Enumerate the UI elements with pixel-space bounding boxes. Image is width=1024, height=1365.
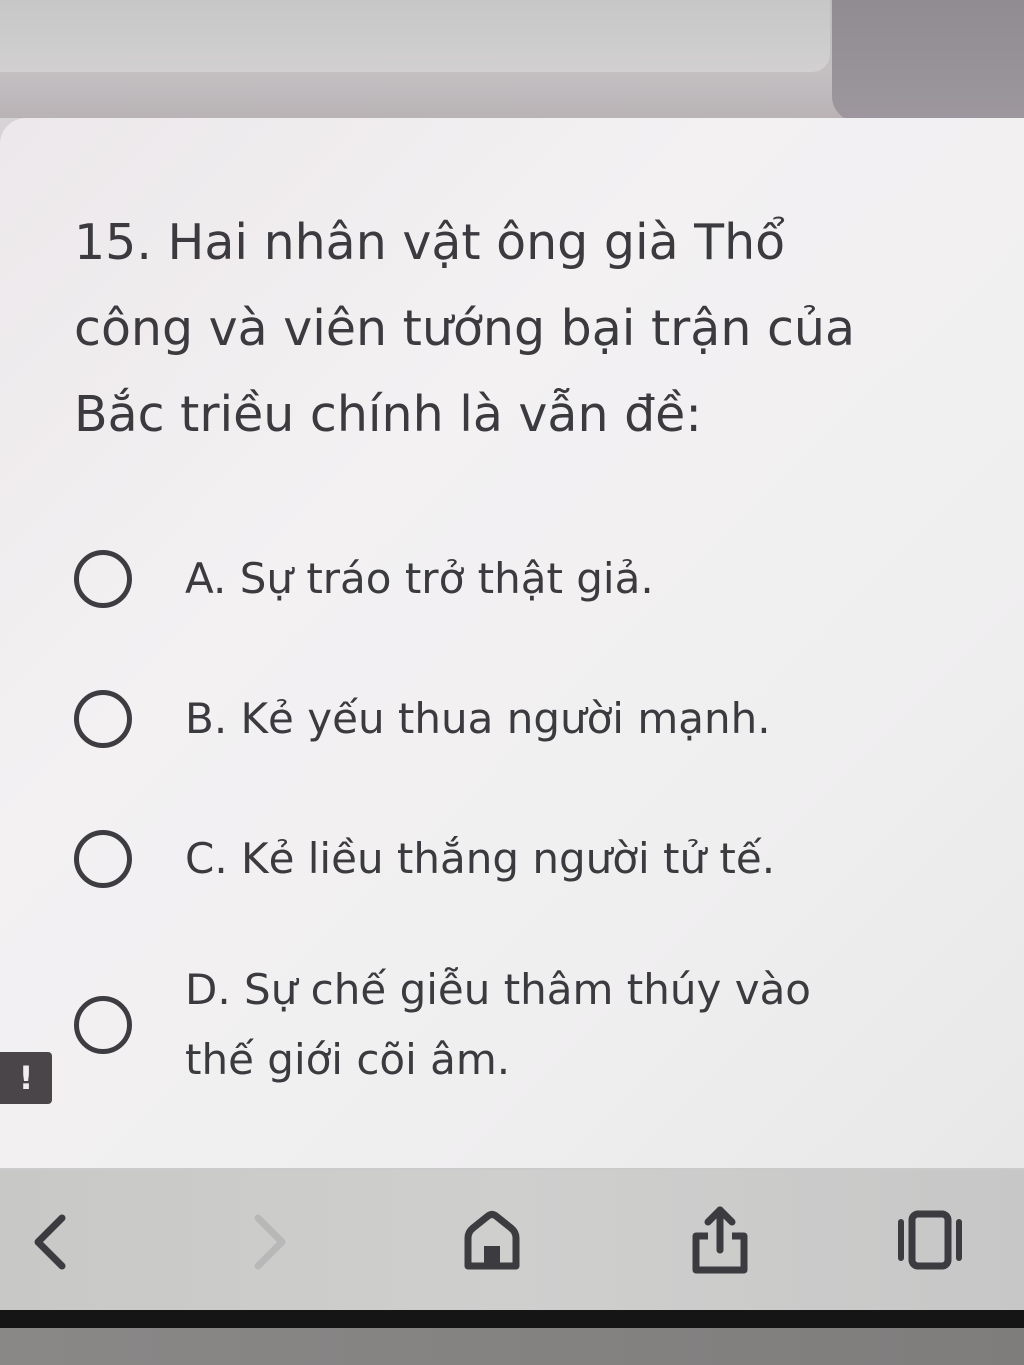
radio-button-b[interactable] xyxy=(74,690,132,748)
chevron-right-icon xyxy=(254,1214,286,1270)
radio-button-d[interactable] xyxy=(74,996,132,1054)
option-a[interactable]: A. Sự tráo trở thật giả. xyxy=(74,544,934,614)
share-icon xyxy=(692,1206,748,1274)
chevron-left-icon xyxy=(34,1214,66,1270)
screen-bezel xyxy=(0,1310,1024,1328)
option-d-label: D. Sự chế giễu thâm thúy vào thế giới cõ… xyxy=(185,965,812,1084)
browser-nav-bar xyxy=(0,1170,1024,1310)
feedback-label: ! xyxy=(18,1059,34,1097)
back-button[interactable] xyxy=(12,1200,92,1280)
feedback-button[interactable]: ! xyxy=(0,1052,52,1104)
radio-button-c[interactable] xyxy=(74,830,132,888)
home-icon xyxy=(464,1211,520,1270)
option-d[interactable]: D. Sự chế giễu thâm thúy vào thế giới cõ… xyxy=(74,955,934,1095)
question-text: 15. Hai nhân vật ông già Thổ công và viê… xyxy=(74,214,855,443)
option-b-label: B. Kẻ yếu thua người mạnh. xyxy=(185,694,771,743)
home-button[interactable] xyxy=(452,1200,532,1280)
option-a-label: A. Sự tráo trở thật giả. xyxy=(185,554,654,603)
option-c[interactable]: C. Kẻ liều thắng người tử tế. xyxy=(74,824,934,894)
tabs-icon xyxy=(898,1210,962,1270)
device-edge xyxy=(0,1328,1024,1365)
share-button[interactable] xyxy=(680,1200,760,1280)
forward-button[interactable] xyxy=(228,1200,308,1280)
option-b[interactable]: B. Kẻ yếu thua người mạnh. xyxy=(74,684,934,754)
previous-card-edge xyxy=(0,0,830,72)
radio-button-a[interactable] xyxy=(74,550,132,608)
tabs-button[interactable] xyxy=(890,1200,970,1280)
corner-block xyxy=(832,0,1024,122)
option-c-label: C. Kẻ liều thắng người tử tế. xyxy=(185,834,776,883)
